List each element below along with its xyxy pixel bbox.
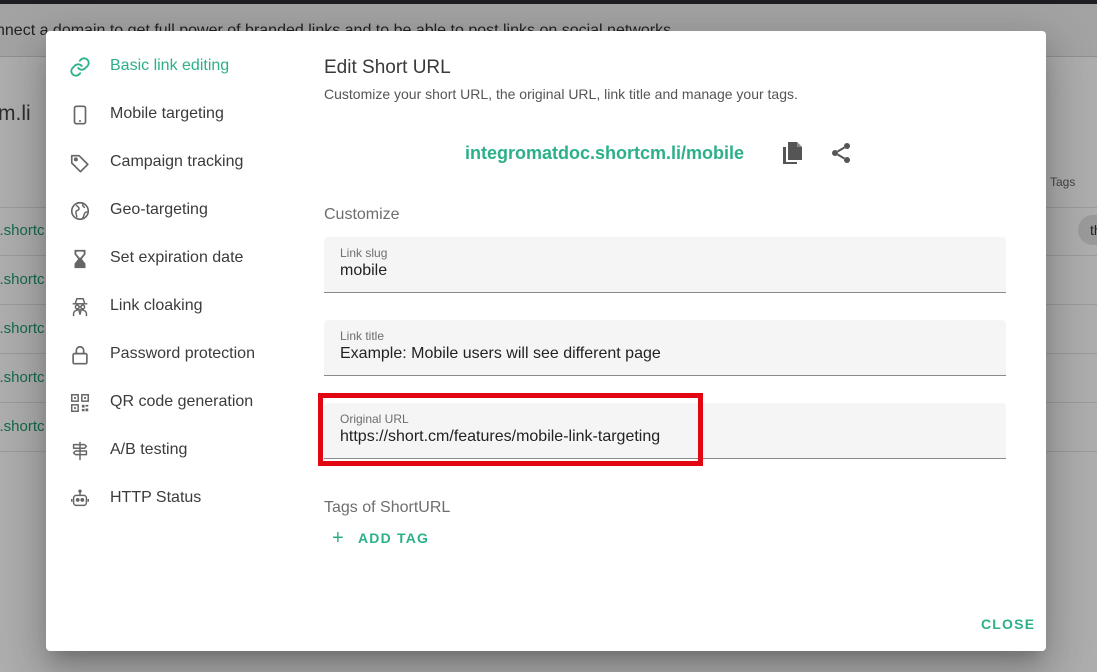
sidebar-item-label: Campaign tracking	[110, 153, 244, 170]
link-title-input[interactable]	[340, 345, 990, 363]
hourglass-icon	[68, 247, 92, 271]
sidebar-item-basic-link-editing[interactable]: Basic link editing	[46, 43, 306, 91]
sidebar-item-label: QR code generation	[110, 393, 254, 410]
sidebar-item-label: Link cloaking	[110, 297, 203, 314]
sidebar-item-label: Mobile targeting	[110, 105, 224, 122]
tags-section-label: Tags of ShortURL	[324, 499, 451, 516]
sidebar-item-set-expiration-date[interactable]: Set expiration date	[46, 235, 306, 283]
close-button[interactable]: CLOSE	[981, 616, 1035, 632]
sidebar-item-campaign-tracking[interactable]: Campaign tracking	[46, 139, 306, 187]
sidebar-item-label: Basic link editing	[110, 57, 230, 74]
sidebar-item-link-cloaking[interactable]: Link cloaking	[46, 283, 306, 331]
original-url-label: Original URL	[340, 412, 409, 426]
share-icon[interactable]	[829, 141, 853, 165]
dialog-title: Edit Short URL	[324, 57, 451, 78]
signpost-icon	[68, 439, 92, 463]
sidebar-item-password-protection[interactable]: Password protection	[46, 331, 306, 379]
spy-icon	[68, 295, 92, 319]
robot-icon	[68, 487, 92, 511]
link-slug-label: Link slug	[340, 246, 388, 260]
plus-icon: +	[332, 527, 344, 549]
sidebar-item-mobile-targeting[interactable]: Mobile targeting	[46, 91, 306, 139]
mobile-icon	[68, 103, 92, 127]
sidebar-item-qr-code-generation[interactable]: QR code generation	[46, 379, 306, 427]
link-title-label: Link title	[340, 329, 385, 343]
sidebar-item-label: Set expiration date	[110, 249, 244, 266]
short-url-link[interactable]: integromatdoc.shortcm.li/mobile	[465, 143, 744, 164]
sidebar-item-ab-testing[interactable]: A/B testing	[46, 427, 306, 475]
original-url-input[interactable]	[340, 428, 990, 446]
tag-icon	[68, 151, 92, 175]
dialog-sidebar: Basic link editing Mobile targeting Camp…	[46, 43, 306, 523]
link-slug-input[interactable]	[340, 262, 990, 280]
lock-icon	[68, 343, 92, 367]
link-slug-field[interactable]: Link slug	[324, 237, 1006, 293]
copy-icon[interactable]	[780, 141, 804, 165]
edit-short-url-dialog: Basic link editing Mobile targeting Camp…	[46, 31, 1046, 651]
link-icon	[68, 55, 92, 79]
sidebar-item-label: Geo-targeting	[110, 201, 208, 218]
qr-code-icon	[68, 391, 92, 415]
sidebar-item-geo-targeting[interactable]: Geo-targeting	[46, 187, 306, 235]
globe-icon	[68, 199, 92, 223]
original-url-field[interactable]: Original URL	[318, 393, 1006, 466]
dialog-subtitle: Customize your short URL, the original U…	[324, 86, 798, 102]
sidebar-item-label: HTTP Status	[110, 489, 202, 506]
sidebar-item-label: A/B testing	[110, 441, 188, 458]
sidebar-item-label: Password protection	[110, 345, 255, 362]
add-tag-button[interactable]: + ADD TAG	[332, 527, 430, 549]
customize-section-label: Customize	[324, 206, 400, 223]
sidebar-item-http-status[interactable]: HTTP Status	[46, 475, 306, 523]
add-tag-label: ADD TAG	[358, 530, 430, 546]
link-title-field[interactable]: Link title	[324, 320, 1006, 376]
